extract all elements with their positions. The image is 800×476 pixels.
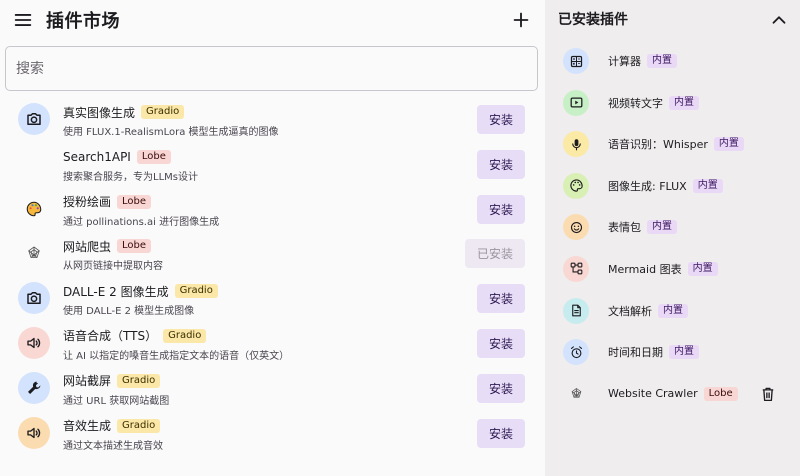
chevron-up-icon[interactable]	[768, 9, 790, 31]
installed-item-label: Mermaid 图表	[608, 262, 682, 276]
plugin-market-panel: 插件市场 真实图像生成 Gradio 使用 FLUX.1-RealismLora…	[0, 0, 545, 476]
plugin-description: 通过文本描述生成音效	[63, 440, 163, 452]
plugin-tag: Gradio	[163, 328, 207, 343]
camera-icon	[18, 103, 50, 135]
installed-item-label: 图像生成: FLUX	[608, 179, 687, 193]
installed-item[interactable]: 文档解析 内置	[545, 290, 800, 332]
install-button[interactable]: 安装	[477, 328, 525, 358]
plugin-description: 从网页链接中提取内容	[63, 261, 163, 273]
plugin-description: 通过 URL 获取网站截图	[63, 395, 170, 407]
builtin-badge: 内置	[647, 220, 677, 235]
plugin-row: 音效生成 Gradio 通过文本描述生成音效 安装	[0, 411, 545, 456]
installed-item[interactable]: 时间和日期 内置	[545, 331, 800, 373]
install-button[interactable]: 安装	[477, 194, 525, 224]
plugin-name: 授粉绘画	[63, 195, 112, 210]
installed-item[interactable]: 语音识别：Whisper 内置	[545, 123, 800, 165]
plugin-description: 使用 DALL-E 2 模型生成图像	[63, 306, 195, 318]
plugin-name: 网站截屏	[63, 374, 112, 389]
plugin-tag: Lobe	[136, 149, 171, 164]
plugin-description: 通过 pollinations.ai 进行图像生成	[63, 216, 220, 228]
panel-title: 已安装插件	[558, 12, 628, 28]
plugin-tag: Gradio	[117, 418, 161, 433]
plugin-row: 网站爬虫 Lobe 从网页链接中提取内容 已安装	[0, 231, 545, 276]
speaker-icon	[18, 326, 50, 359]
camera-icon	[18, 282, 50, 315]
alarm-clock-icon	[563, 339, 589, 366]
trash-icon[interactable]	[759, 384, 777, 404]
installed-item-label: 视频转文字	[608, 96, 663, 110]
video-icon	[563, 89, 589, 116]
installed-item-label: 文档解析	[608, 304, 652, 318]
document-icon	[563, 297, 589, 324]
palette-icon	[18, 193, 50, 225]
plugin-tag: Gradio	[141, 105, 185, 119]
plugin-row: 真实图像生成 Gradio 使用 FLUX.1-RealismLora 模型生成…	[0, 97, 545, 142]
spider-web-icon	[563, 381, 589, 407]
calculator-icon	[563, 48, 589, 74]
plugin-name: DALL-E 2 图像生成	[63, 284, 169, 299]
add-icon[interactable]	[510, 9, 532, 31]
install-button[interactable]: 安装	[477, 373, 525, 403]
plugin-name: 语音合成（TTS）	[63, 329, 158, 344]
installed-item[interactable]: 计算器 内置	[545, 40, 800, 82]
installed-item-label: Website Crawler	[608, 387, 698, 401]
speaker-icon	[18, 416, 50, 449]
lobe-badge: Lobe	[703, 386, 738, 401]
installed-item[interactable]: 视频转文字 内置	[545, 82, 800, 124]
plugin-description: 让 AI 以指定的嗓音生成指定文本的语音（仅英文）	[63, 350, 290, 362]
smiley-icon	[563, 214, 589, 241]
installed-item[interactable]: 图像生成: FLUX 内置	[545, 165, 800, 207]
install-button[interactable]: 安装	[477, 149, 525, 179]
plugin-row: 网站截屏 Gradio 通过 URL 获取网站截图 安装	[0, 366, 545, 411]
plugin-row: Search1API Lobe 搜索聚合服务，专为LLMs设计 安装	[0, 142, 545, 187]
plugin-name: 网站爬虫	[63, 239, 112, 254]
installed-item-label: 计算器	[608, 55, 641, 68]
install-button[interactable]: 安装	[477, 418, 525, 448]
installed-item[interactable]: Website Crawler Lobe	[545, 373, 800, 415]
installed-button: 已安装	[465, 239, 525, 269]
plugin-description: 搜索聚合服务，专为LLMs设计	[63, 171, 198, 183]
plugin-row: 语音合成（TTS） Gradio 让 AI 以指定的嗓音生成指定文本的语音（仅英…	[0, 321, 545, 366]
installed-item-label: 表情包	[608, 221, 641, 235]
builtin-badge: 内置	[669, 345, 699, 360]
plugin-tag: Lobe	[117, 194, 152, 209]
installed-item[interactable]: 表情包 内置	[545, 206, 800, 248]
app-window: 插件市场 真实图像生成 Gradio 使用 FLUX.1-RealismLora…	[0, 0, 800, 476]
builtin-badge: 内置	[647, 54, 677, 68]
plugin-tag: Gradio	[117, 373, 161, 388]
builtin-badge: 内置	[692, 178, 723, 193]
installed-plugins-panel: 已安装插件 计算器 内置 视频转文字 内置 语音识别：Whisper 内置 图像…	[545, 0, 800, 476]
search-input[interactable]	[5, 46, 538, 91]
spider-web-icon	[18, 237, 50, 269]
builtin-badge: 内置	[658, 303, 688, 318]
menu-icon[interactable]	[12, 9, 34, 31]
plugin-name: Search1API	[63, 149, 131, 164]
installed-item-label: 时间和日期	[608, 346, 663, 360]
page-title: 插件市场	[46, 11, 120, 32]
plugin-name: 音效生成	[63, 419, 112, 434]
plugin-description: 使用 FLUX.1-RealismLora 模型生成逼真的图像	[63, 127, 279, 138]
plugin-list: 真实图像生成 Gradio 使用 FLUX.1-RealismLora 模型生成…	[0, 97, 545, 455]
plugin-row: 授粉绘画 Lobe 通过 pollinations.ai 进行图像生成 安装	[0, 187, 545, 232]
flowchart-icon	[563, 255, 589, 282]
builtin-badge: 内置	[713, 137, 744, 152]
plugin-tag: Lobe	[117, 239, 152, 254]
plugin-name: 真实图像生成	[63, 105, 136, 120]
wrench-icon	[18, 371, 50, 404]
palette-icon	[563, 172, 589, 199]
top-bar: 插件市场	[0, 0, 545, 40]
install-button[interactable]: 安装	[477, 105, 525, 134]
plugin-row: DALL-E 2 图像生成 Gradio 使用 DALL-E 2 模型生成图像 …	[0, 276, 545, 321]
installed-item-label: 语音识别：Whisper	[608, 138, 708, 152]
install-button[interactable]: 安装	[477, 284, 525, 314]
installed-item[interactable]: Mermaid 图表 内置	[545, 248, 800, 290]
builtin-badge: 内置	[669, 95, 699, 110]
microphone-icon	[563, 131, 589, 158]
installed-list: 计算器 内置 视频转文字 内置 语音识别：Whisper 内置 图像生成: FL…	[545, 40, 800, 414]
builtin-badge: 内置	[687, 261, 718, 276]
plugin-tag: Gradio	[174, 284, 218, 299]
